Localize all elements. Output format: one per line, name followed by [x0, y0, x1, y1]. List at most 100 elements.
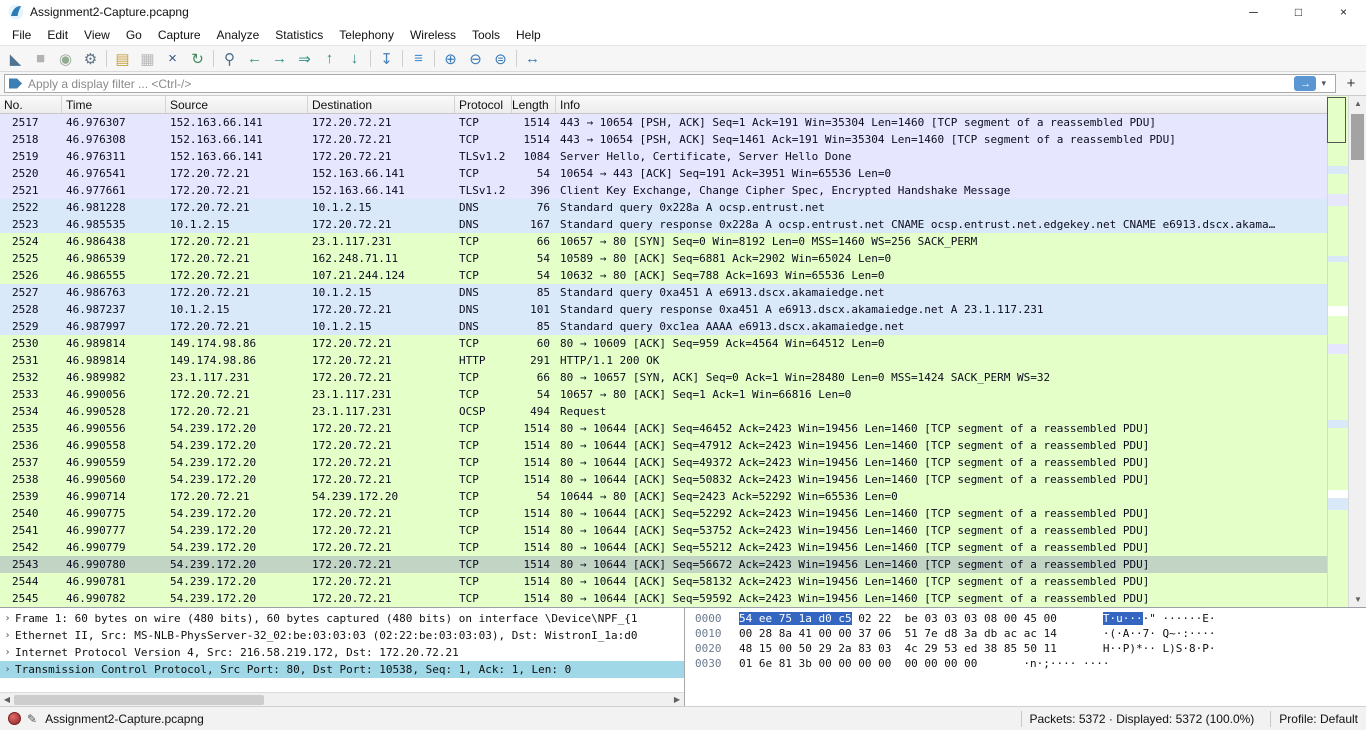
packet-row[interactable]: 253846.99056054.239.172.20172.20.72.21TC…: [0, 471, 1366, 488]
hex-row[interactable]: 001000 28 8a 41 00 00 37 06 51 7e d8 3a …: [695, 627, 1366, 642]
menu-statistics[interactable]: Statistics: [267, 26, 331, 44]
maximize-button[interactable]: □: [1276, 0, 1321, 24]
go-first-packet-icon[interactable]: ↑: [317, 47, 342, 70]
packet-row[interactable]: 253746.99055954.239.172.20172.20.72.21TC…: [0, 454, 1366, 471]
column-header-info[interactable]: Info: [556, 96, 1366, 113]
zoom-100-icon[interactable]: ⊜: [488, 47, 513, 70]
detail-line[interactable]: ›Ethernet II, Src: MS-NLB-PhysServer-32_…: [0, 627, 684, 644]
expand-chevron-icon[interactable]: ›: [0, 630, 15, 641]
add-filter-button-icon[interactable]: +: [1340, 74, 1362, 94]
minimize-button[interactable]: ─: [1231, 0, 1276, 24]
packet-row[interactable]: 253246.98998223.1.117.231172.20.72.21TCP…: [0, 369, 1366, 386]
scroll-left-icon[interactable]: ◀: [0, 693, 14, 706]
auto-scroll-icon[interactable]: ↧: [374, 47, 399, 70]
packet-row[interactable]: 251946.976311152.163.66.141172.20.72.21T…: [0, 148, 1366, 165]
menu-analyze[interactable]: Analyze: [209, 26, 268, 44]
menu-file[interactable]: File: [4, 26, 39, 44]
menu-tools[interactable]: Tools: [464, 26, 508, 44]
packet-row[interactable]: 252446.986438172.20.72.2123.1.117.231TCP…: [0, 233, 1366, 250]
column-header-destination[interactable]: Destination: [308, 96, 455, 113]
hex-row[interactable]: 003001 6e 81 3b 00 00 00 00 00 00 00 00·…: [695, 657, 1366, 672]
expand-chevron-icon[interactable]: ›: [0, 613, 15, 624]
menu-edit[interactable]: Edit: [39, 26, 76, 44]
hex-row[interactable]: 000054 ee 75 1a d0 c5 02 22 be 03 03 03 …: [695, 612, 1366, 627]
detail-line[interactable]: ›Frame 1: 60 bytes on wire (480 bits), 6…: [0, 610, 684, 627]
scroll-up-icon[interactable]: ▲: [1349, 96, 1366, 111]
packet-row[interactable]: 252046.976541172.20.72.21152.163.66.141T…: [0, 165, 1366, 182]
packet-row[interactable]: 253446.990528172.20.72.2123.1.117.231OCS…: [0, 403, 1366, 420]
stop-capture-icon[interactable]: ■: [28, 47, 53, 70]
find-packet-icon[interactable]: ⚲: [217, 47, 242, 70]
zoom-out-icon[interactable]: ⊖: [463, 47, 488, 70]
hscrollbar-thumb[interactable]: [14, 695, 264, 705]
detail-line[interactable]: ›Transmission Control Protocol, Src Port…: [0, 661, 684, 678]
detail-line[interactable]: ›Internet Protocol Version 4, Src: 216.5…: [0, 644, 684, 661]
vscrollbar-thumb[interactable]: [1351, 114, 1364, 160]
open-file-icon[interactable]: ▤: [110, 47, 135, 70]
packet-row[interactable]: 253946.990714172.20.72.2154.239.172.20TC…: [0, 488, 1366, 505]
packet-row[interactable]: 253146.989814149.174.98.86172.20.72.21HT…: [0, 352, 1366, 369]
packet-row[interactable]: 254246.99077954.239.172.20172.20.72.21TC…: [0, 539, 1366, 556]
column-header-source[interactable]: Source: [166, 96, 308, 113]
packet-row[interactable]: 253046.989814149.174.98.86172.20.72.21TC…: [0, 335, 1366, 352]
save-file-icon[interactable]: ▦: [135, 47, 160, 70]
go-last-packet-icon[interactable]: ↓: [342, 47, 367, 70]
go-back-icon[interactable]: ←: [242, 47, 267, 70]
packet-row[interactable]: 254346.99078054.239.172.20172.20.72.21TC…: [0, 556, 1366, 573]
apply-filter-icon[interactable]: →: [1294, 76, 1316, 91]
colorize-icon[interactable]: ≡: [406, 47, 431, 70]
expand-chevron-icon[interactable]: ›: [0, 664, 15, 675]
filter-bookmark-icon[interactable]: [9, 77, 22, 90]
capture-comment-icon[interactable]: ✎: [27, 712, 37, 726]
menu-help[interactable]: Help: [508, 26, 549, 44]
column-header-protocol[interactable]: Protocol: [455, 96, 512, 113]
packet-row[interactable]: 252946.987997172.20.72.2110.1.2.15DNS85S…: [0, 318, 1366, 335]
packet-row[interactable]: 254546.99078254.239.172.20172.20.72.21TC…: [0, 590, 1366, 607]
packet-row[interactable]: 253646.99055854.239.172.20172.20.72.21TC…: [0, 437, 1366, 454]
zoom-in-icon[interactable]: ⊕: [438, 47, 463, 70]
packet-row[interactable]: 254146.99077754.239.172.20172.20.72.21TC…: [0, 522, 1366, 539]
column-header-no[interactable]: No.: [0, 96, 62, 113]
packet-row[interactable]: 252246.981228172.20.72.2110.1.2.15DNS76S…: [0, 199, 1366, 216]
packet-row[interactable]: 252846.98723710.1.2.15172.20.72.21DNS101…: [0, 301, 1366, 318]
expand-chevron-icon[interactable]: ›: [0, 647, 15, 658]
capture-options-icon[interactable]: ⚙: [78, 47, 103, 70]
packet-list-vscrollbar[interactable]: ▲ ▼: [1348, 96, 1366, 607]
go-to-packet-icon[interactable]: ⇒: [292, 47, 317, 70]
resize-columns-icon[interactable]: ↔: [520, 47, 545, 70]
intelligent-scrollbar-minimap[interactable]: [1327, 96, 1348, 607]
menu-go[interactable]: Go: [118, 26, 150, 44]
packet-row[interactable]: 251846.976308152.163.66.141172.20.72.21T…: [0, 131, 1366, 148]
packet-row[interactable]: 253346.990056172.20.72.2123.1.117.231TCP…: [0, 386, 1366, 403]
details-hscrollbar[interactable]: ◀ ▶: [0, 692, 684, 706]
expert-info-icon[interactable]: [8, 712, 21, 725]
packet-row[interactable]: 254446.99078154.239.172.20172.20.72.21TC…: [0, 573, 1366, 590]
menu-telephony[interactable]: Telephony: [331, 26, 402, 44]
scroll-right-icon[interactable]: ▶: [670, 693, 684, 706]
packet-row[interactable]: 252646.986555172.20.72.21107.21.244.124T…: [0, 267, 1366, 284]
status-profile[interactable]: Profile: Default: [1279, 712, 1358, 726]
packet-row[interactable]: 253546.99055654.239.172.20172.20.72.21TC…: [0, 420, 1366, 437]
column-header-time[interactable]: Time: [62, 96, 166, 113]
close-button[interactable]: ×: [1321, 0, 1366, 24]
minimap-viewport-indicator[interactable]: [1327, 97, 1346, 143]
display-filter-input[interactable]: Apply a display filter ... <Ctrl-/> → ▾: [4, 74, 1336, 93]
menu-wireless[interactable]: Wireless: [402, 26, 464, 44]
menu-capture[interactable]: Capture: [150, 26, 209, 44]
packet-row[interactable]: 252346.98553510.1.2.15172.20.72.21DNS167…: [0, 216, 1366, 233]
packet-row[interactable]: 252546.986539172.20.72.21162.248.71.11TC…: [0, 250, 1366, 267]
filter-dropdown-icon[interactable]: ▾: [1321, 78, 1326, 89]
packet-row[interactable]: 252746.986763172.20.72.2110.1.2.15DNS85S…: [0, 284, 1366, 301]
packet-row[interactable]: 254046.99077554.239.172.20172.20.72.21TC…: [0, 505, 1366, 522]
restart-capture-icon[interactable]: ◉: [53, 47, 78, 70]
start-capture-icon[interactable]: ◣: [3, 47, 28, 70]
packet-row[interactable]: 252146.977661172.20.72.21152.163.66.141T…: [0, 182, 1366, 199]
close-file-icon[interactable]: ×: [160, 47, 185, 70]
reload-icon[interactable]: ↻: [185, 47, 210, 70]
packet-row[interactable]: 251746.976307152.163.66.141172.20.72.21T…: [0, 114, 1366, 131]
column-header-length[interactable]: Length: [512, 96, 556, 113]
go-forward-icon[interactable]: →: [267, 47, 292, 70]
menu-view[interactable]: View: [76, 26, 118, 44]
scroll-down-icon[interactable]: ▼: [1349, 592, 1366, 607]
hex-row[interactable]: 002048 15 00 50 29 2a 83 03 4c 29 53 ed …: [695, 642, 1366, 657]
